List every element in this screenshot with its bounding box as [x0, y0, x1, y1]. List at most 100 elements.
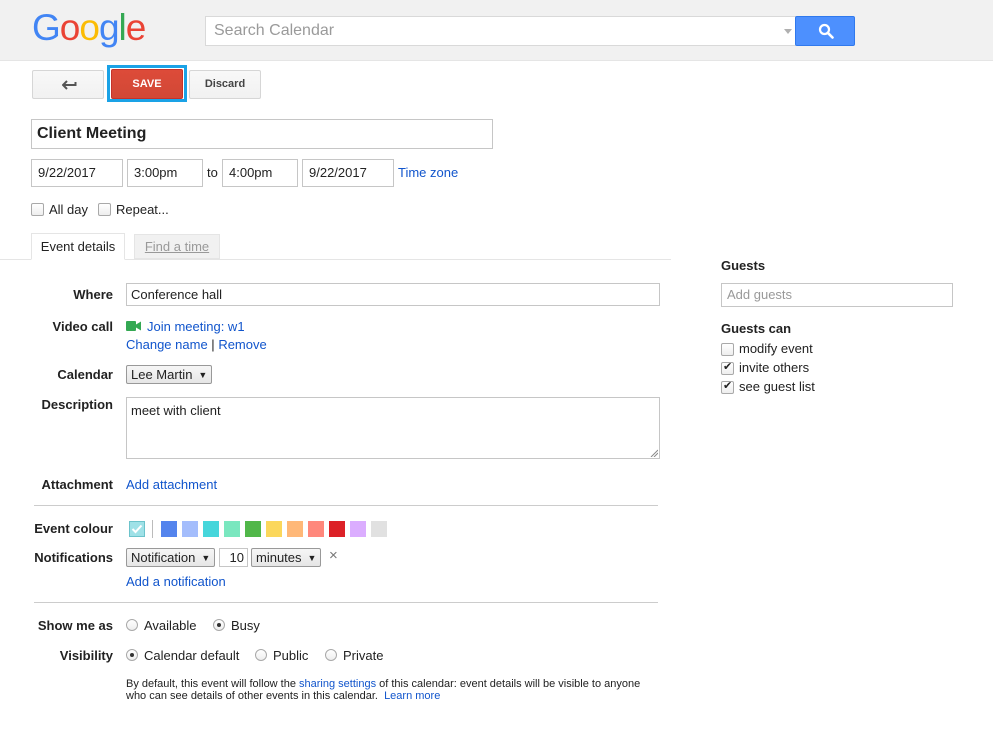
logo-letter: o [79, 7, 100, 48]
colour-swatch[interactable] [245, 521, 261, 537]
colour-swatch[interactable] [224, 521, 240, 537]
video-call-actions: Change name | Remove [126, 337, 267, 352]
logo-letter: e [125, 7, 147, 48]
available-label: Available [144, 618, 197, 633]
colour-swatch[interactable] [161, 521, 177, 537]
calendar-label: Calendar [57, 367, 113, 382]
see-guest-list-checkbox[interactable] [721, 379, 734, 394]
notification-amount-input[interactable]: 10 [219, 548, 248, 567]
footnote-text: who can see details of other events in t… [126, 690, 378, 702]
visibility-label: Visibility [59, 648, 113, 663]
public-label: Public [273, 648, 309, 663]
start-date-input[interactable]: 9/22/2017 [31, 159, 123, 187]
invite-others-label: invite others [739, 360, 810, 375]
time-zone-link[interactable]: Time zone [398, 165, 458, 180]
event-title-input[interactable]: Client Meeting [31, 119, 493, 149]
tab-event-details[interactable]: Event details [31, 233, 125, 260]
colour-swatch[interactable] [266, 521, 282, 537]
notification-unit-value: minutes [256, 550, 302, 565]
calendar-default-label: Calendar default [144, 648, 240, 663]
notification-unit-select[interactable]: minutes ▼ [251, 548, 322, 567]
colour-swatch[interactable] [203, 521, 219, 537]
calendar-select[interactable]: Lee Martin ▼ [126, 365, 213, 384]
colour-swatch[interactable] [308, 521, 324, 537]
resize-handle-icon[interactable] [650, 449, 658, 457]
colour-swatch[interactable] [350, 521, 366, 537]
section-divider [34, 505, 658, 506]
search-button[interactable] [795, 16, 855, 46]
remove-notification-icon[interactable]: × [329, 547, 338, 564]
see-guest-list-label: see guest list [739, 379, 815, 394]
search-input[interactable] [206, 17, 766, 45]
discard-button[interactable]: Discard [189, 70, 261, 99]
notification-type-select[interactable]: Notification ▼ [126, 548, 216, 567]
calendar-select-value: Lee Martin [131, 367, 193, 382]
start-time-input[interactable]: 3:00pm [127, 159, 203, 187]
add-guests-input[interactable]: Add guests [721, 283, 953, 307]
logo-letter: l [118, 7, 127, 48]
add-notification-link[interactable]: Add a notification [126, 574, 226, 589]
notification-type-value: Notification [131, 550, 196, 565]
search-icon [818, 23, 834, 39]
guests-can-heading: Guests can [721, 321, 792, 336]
video-call-label: Video call [52, 319, 113, 334]
attachment-label: Attachment [41, 477, 113, 492]
modify-event-label: modify event [739, 341, 813, 356]
available-radio[interactable] [126, 619, 138, 631]
logo-letter: G [32, 7, 61, 48]
private-label: Private [343, 648, 384, 663]
search-box[interactable] [205, 16, 796, 46]
private-radio[interactable] [325, 649, 337, 661]
colour-swatch[interactable] [329, 521, 345, 537]
remove-video-link[interactable]: Remove [218, 337, 266, 352]
add-attachment-link[interactable]: Add attachment [126, 477, 217, 492]
tab-find-a-time[interactable]: Find a time [134, 234, 220, 259]
save-button[interactable]: SAVE [111, 69, 183, 99]
guests-heading: Guests [721, 258, 766, 273]
sharing-settings-link[interactable]: sharing settings [299, 678, 376, 690]
join-meeting-link[interactable]: Join meeting: w1 [147, 319, 245, 334]
all-day-checkbox[interactable] [31, 203, 44, 216]
default-colour-swatch[interactable] [129, 521, 145, 537]
event-colour-label: Event colour [34, 521, 113, 536]
colour-divider [152, 520, 153, 538]
search-options-dropdown-icon[interactable] [784, 29, 792, 34]
footnote-text: of this calendar: event details will be … [376, 678, 641, 690]
end-time-input[interactable]: 4:00pm [222, 159, 298, 187]
colour-swatch[interactable] [287, 521, 303, 537]
footnote-text: By default, this event will follow the [126, 678, 300, 690]
description-textarea[interactable]: meet with client [126, 397, 660, 459]
modify-event-checkbox[interactable] [721, 343, 734, 356]
to-label: to [207, 165, 218, 180]
dropdown-arrow-icon: ▼ [201, 553, 211, 563]
public-radio[interactable] [255, 649, 267, 661]
busy-label: Busy [231, 618, 260, 633]
change-name-link[interactable]: Change name [126, 337, 208, 352]
add-guests-placeholder: Add guests [727, 287, 793, 302]
video-camera-icon [126, 321, 141, 331]
logo-letter: o [59, 7, 81, 48]
where-label: Where [73, 287, 113, 302]
section-divider [34, 602, 658, 603]
show-me-as-label: Show me as [37, 618, 113, 633]
visibility-footnote: By default, this event will follow the s… [126, 678, 666, 702]
invite-others-checkbox[interactable] [721, 360, 734, 375]
all-day-label: All day [49, 202, 89, 217]
notifications-label: Notifications [34, 550, 113, 565]
end-date-input[interactable]: 9/22/2017 [302, 159, 394, 187]
busy-radio[interactable] [213, 619, 225, 631]
where-input[interactable]: Conference hall [126, 283, 660, 306]
checkmark-icon [131, 524, 143, 534]
logo-letter: g [98, 7, 120, 48]
back-arrow-icon [62, 80, 77, 90]
learn-more-link[interactable]: Learn more [384, 690, 440, 702]
link-separator: | [211, 337, 215, 352]
colour-swatch[interactable] [182, 521, 198, 537]
colour-swatch[interactable] [371, 521, 387, 537]
google-logo[interactable]: Google [32, 6, 147, 50]
repeat-label: Repeat... [116, 202, 169, 217]
dropdown-arrow-icon: ▼ [307, 553, 317, 563]
calendar-default-radio[interactable] [126, 649, 138, 661]
repeat-checkbox[interactable] [98, 203, 111, 216]
back-button[interactable] [32, 70, 104, 99]
